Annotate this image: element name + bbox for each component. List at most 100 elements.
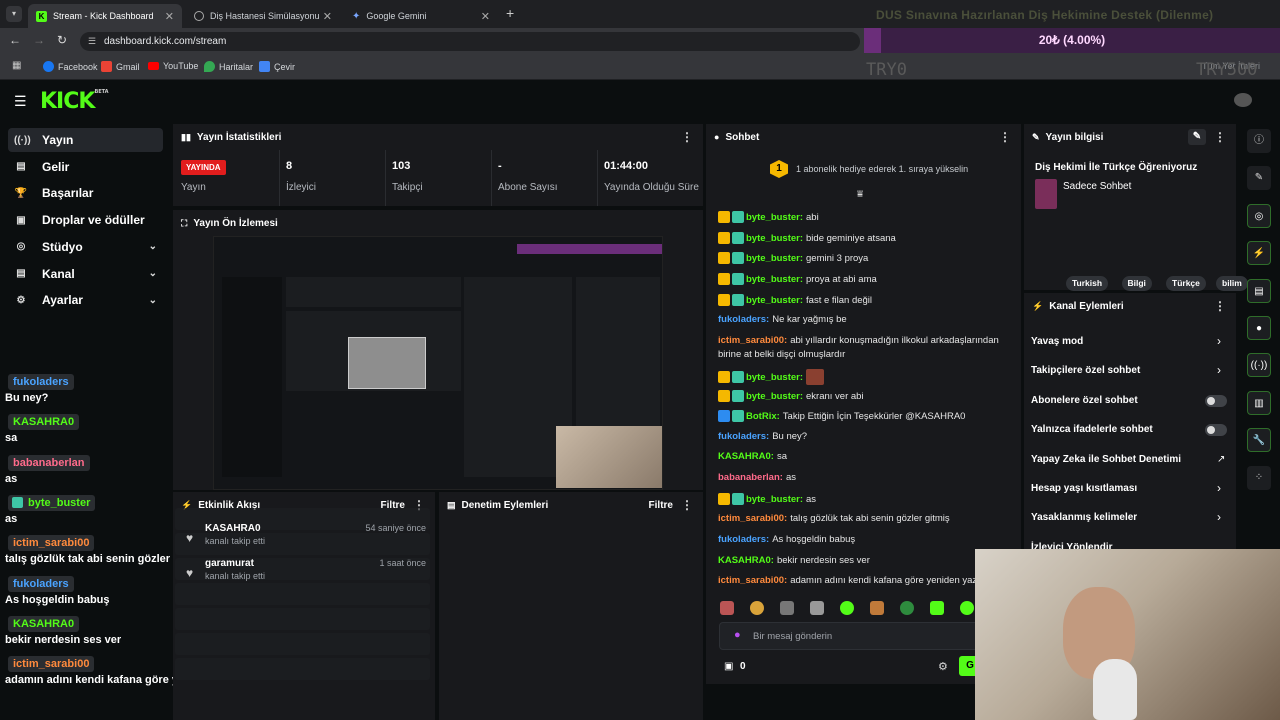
tab-stream-kick-dashboard[interactable]: K Stream - Kick Dashboard ✕: [28, 4, 182, 28]
chat-username[interactable]: byte_buster:: [746, 212, 803, 223]
forward-icon[interactable]: →: [33, 33, 45, 47]
back-icon[interactable]: ←: [9, 33, 21, 47]
more-options-icon[interactable]: ⋮: [681, 498, 693, 512]
stream-tag[interactable]: Bilgi: [1121, 276, 1152, 291]
bookmark-haritalar[interactable]: Haritalar: [204, 61, 253, 72]
document-icon[interactable]: ▤: [1247, 278, 1271, 303]
emote-icon[interactable]: [810, 601, 824, 615]
group-icon[interactable]: ⁘: [1247, 465, 1271, 490]
bookmark-youtube[interactable]: YouTube: [148, 61, 198, 71]
chat-username[interactable]: KASAHRA0:: [718, 555, 774, 566]
hamburger-menu-icon[interactable]: ☰: [14, 93, 27, 110]
stream-tag[interactable]: Türkçe: [1166, 276, 1206, 291]
more-options-icon[interactable]: ⋮: [1214, 130, 1226, 144]
reload-icon[interactable]: ↻: [57, 33, 67, 47]
sidebar-item-kanal[interactable]: ▤ Kanal ⌄: [8, 262, 163, 286]
toggle-switch[interactable]: [1205, 394, 1227, 407]
channel-action-yava-mod[interactable]: Yavaş mod: [1031, 336, 1083, 347]
more-options-icon[interactable]: ⋮: [681, 130, 693, 144]
chat-username[interactable]: byte_buster:: [746, 274, 803, 285]
edit-button[interactable]: ✎: [1188, 129, 1206, 145]
emote-icon[interactable]: [780, 601, 794, 615]
channel-action-yasaklanm-kelimeler[interactable]: Yasaklanmış kelimeler: [1031, 512, 1137, 523]
emote-icon[interactable]: [840, 601, 854, 615]
chat-settings-icon[interactable]: ⚙: [938, 660, 948, 673]
pencil-icon[interactable]: ✎: [1247, 166, 1271, 191]
info-icon[interactable]: ⓘ: [1247, 129, 1271, 153]
chat-username[interactable]: fukoladers:: [718, 314, 769, 325]
emote-icon[interactable]: [900, 601, 914, 615]
emote-icon[interactable]: [750, 601, 764, 615]
chat-username[interactable]: KASAHRA0:: [718, 451, 774, 462]
channel-action-abonelere-zel-sohbet[interactable]: Abonelere özel sohbet: [1031, 395, 1138, 406]
chat-username[interactable]: ictim_sarabi00:: [718, 335, 787, 346]
channel-action-yapay-zeka-ile-sohbet-denetimi[interactable]: Yapay Zeka ile Sohbet Denetimi: [1031, 454, 1181, 465]
chat-username[interactable]: byte_buster:: [746, 233, 803, 244]
more-options-icon[interactable]: ⋮: [999, 130, 1011, 144]
emote-icon[interactable]: [930, 601, 944, 615]
target-icon[interactable]: ◎: [1247, 203, 1271, 228]
chat-icon[interactable]: ●: [1247, 316, 1271, 340]
more-options-icon[interactable]: ⋮: [1214, 299, 1226, 313]
sidebar-item-gelir[interactable]: ▤ Gelir: [8, 155, 163, 179]
sidebar-item-yayın[interactable]: ((·)) Yayın: [8, 128, 163, 152]
filter-button[interactable]: Filtre: [649, 500, 673, 511]
chat-username[interactable]: ictim_sarabi00:: [718, 513, 787, 524]
chat-username[interactable]: byte_buster:: [746, 494, 803, 505]
kick-logo[interactable]: KICKBETA: [40, 89, 109, 114]
chat-input[interactable]: ● Bir mesaj gönderin: [719, 622, 981, 650]
chat-username[interactable]: byte_buster:: [746, 295, 803, 306]
bookmark-gmail[interactable]: Gmail: [101, 61, 140, 72]
chevron-right-icon[interactable]: ›: [1217, 510, 1221, 524]
chevron-right-icon[interactable]: ›: [1217, 481, 1221, 495]
chat-username[interactable]: byte_buster:: [746, 391, 803, 402]
channel-action-hesap-ya-k-s-tlamas-[interactable]: Hesap yaşı kısıtlaması: [1031, 483, 1137, 494]
wrench-icon[interactable]: 🔧: [1247, 428, 1271, 453]
chevron-down-icon[interactable]: ⌄: [149, 241, 157, 252]
sidebar-item-başarılar[interactable]: 🏆 Başarılar: [8, 181, 163, 205]
stream-tag[interactable]: Turkish: [1066, 276, 1109, 291]
bookmark-facebook[interactable]: Facebook: [43, 61, 98, 72]
chat-username[interactable]: fukoladers:: [718, 431, 769, 442]
channel-action-yaln-zca-ifadelerle-sohbet[interactable]: Yalnızca ifadelerle sohbet: [1031, 424, 1153, 435]
toggle-switch[interactable]: [1205, 424, 1227, 437]
chat-username[interactable]: fukoladers:: [718, 534, 769, 545]
channel-action-takip-ilere-zel-sohbet[interactable]: Takipçilere özel sohbet: [1031, 365, 1140, 376]
user-avatar[interactable]: [1234, 93, 1252, 107]
layout-icon[interactable]: ▥: [1247, 390, 1271, 415]
tab-list-dropdown-icon[interactable]: ▾: [6, 6, 22, 22]
apps-grid-icon[interactable]: ▦: [12, 60, 21, 71]
site-info-icon[interactable]: ☰: [88, 32, 96, 51]
chat-username[interactable]: babanaberlan:: [718, 472, 783, 483]
external-link-icon[interactable]: ↗: [1217, 454, 1225, 465]
chat-username[interactable]: byte_buster:: [746, 253, 803, 264]
chevron-right-icon[interactable]: ›: [1217, 334, 1221, 348]
gift-banner[interactable]: 1 1 abonelik hediye ederek 1. sıraya yük…: [770, 159, 968, 179]
url-input[interactable]: ☰ dashboard.kick.com/stream: [80, 32, 860, 51]
emote-icon[interactable]: [720, 601, 734, 615]
pin-icon[interactable]: ⩸: [857, 189, 863, 200]
lightning-icon[interactable]: ⚡: [1247, 241, 1271, 266]
emote-icon[interactable]: [960, 601, 974, 615]
tab-close-icon[interactable]: ✕: [323, 10, 332, 23]
tab-google-gemini[interactable]: ✦ Google Gemini ✕: [344, 4, 498, 28]
tab-close-icon[interactable]: ✕: [165, 10, 174, 23]
broadcast-icon[interactable]: ((·)): [1247, 353, 1271, 378]
sidebar-item-ayarlar[interactable]: ⚙ Ayarlar ⌄: [8, 288, 163, 312]
emote-icon[interactable]: [870, 601, 884, 615]
new-tab-icon[interactable]: +: [506, 5, 514, 21]
microphone-icon[interactable]: ●: [734, 629, 741, 641]
points-icon[interactable]: ▣: [724, 661, 733, 672]
chevron-down-icon[interactable]: ⌄: [149, 268, 157, 279]
bookmark-cevir[interactable]: Çevir: [259, 61, 295, 72]
chat-username[interactable]: ictim_sarabi00:: [718, 575, 787, 586]
sidebar-item-stüdyo[interactable]: ◎ Stüdyo ⌄: [8, 235, 163, 259]
tab-dis-hastanesi[interactable]: Diş Hastanesi Simülasyonu ✕: [186, 4, 340, 28]
chat-username[interactable]: BotRix:: [746, 411, 780, 422]
tab-close-icon[interactable]: ✕: [481, 10, 490, 23]
chevron-down-icon[interactable]: ⌄: [149, 295, 157, 306]
sidebar-item-droplar[interactable]: ▣ Droplar ve ödüller: [8, 208, 163, 232]
stream-tag[interactable]: bilim: [1216, 276, 1248, 291]
chat-username[interactable]: byte_buster:: [746, 372, 803, 383]
chevron-right-icon[interactable]: ›: [1217, 363, 1221, 377]
